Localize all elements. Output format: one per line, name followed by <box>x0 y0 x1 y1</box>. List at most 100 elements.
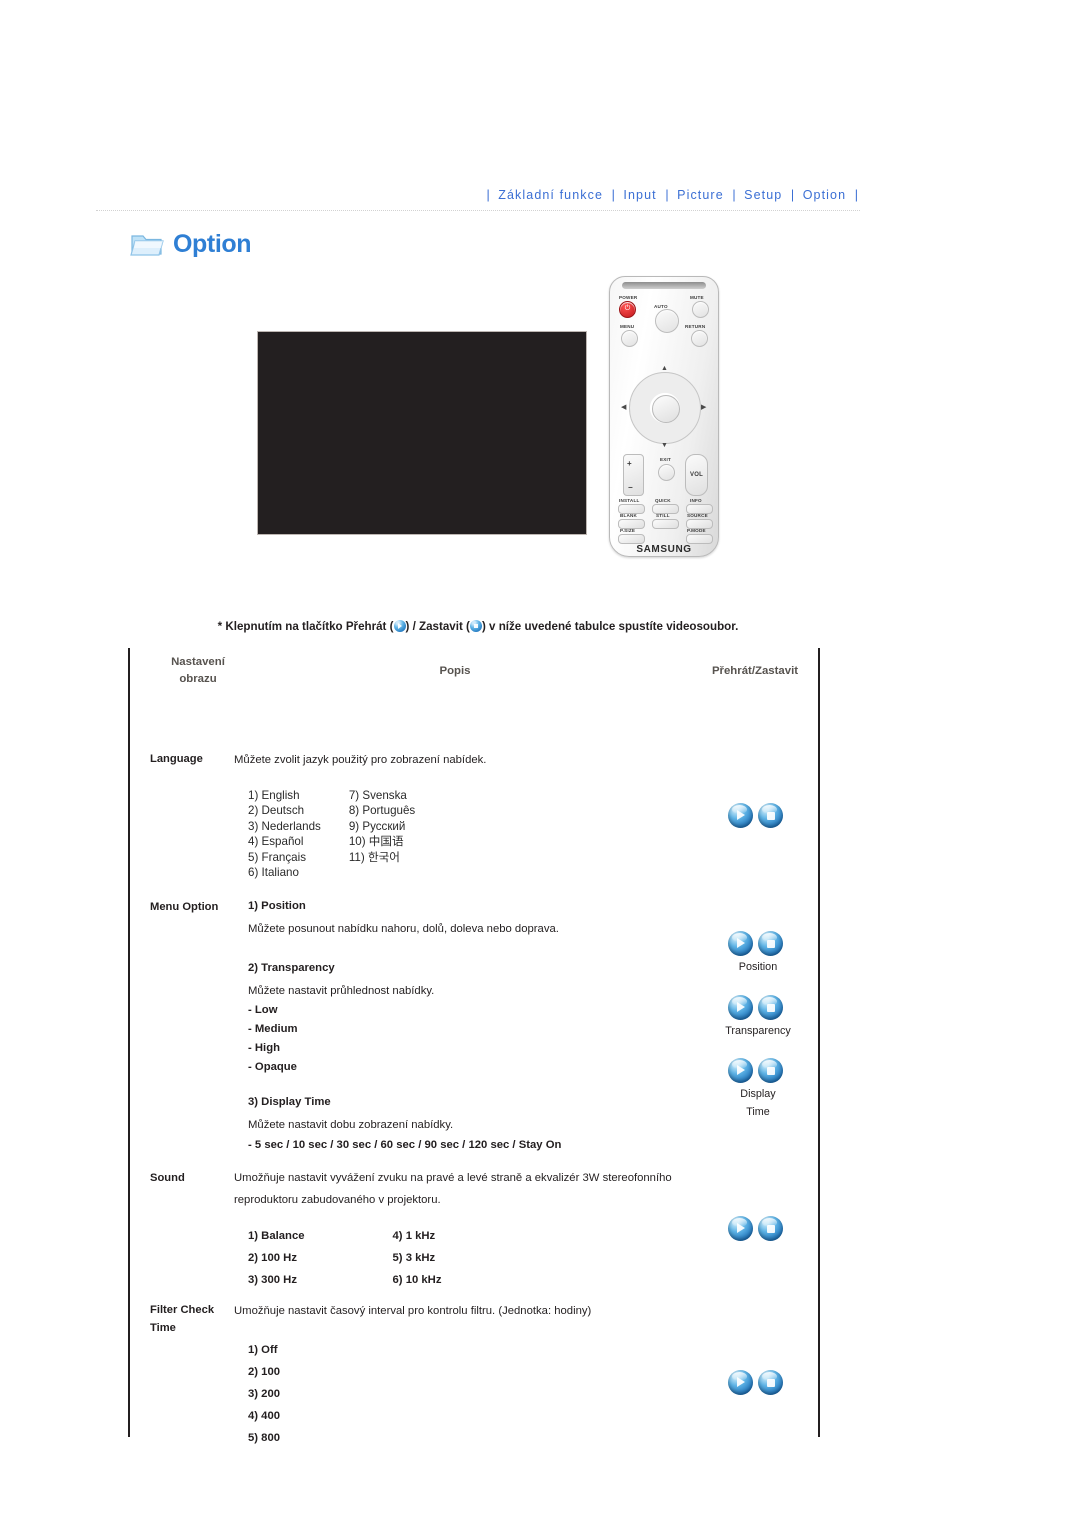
stop-button-transparency[interactable] <box>758 995 783 1020</box>
list-item: 5) Français <box>248 850 306 864</box>
list-item: 3) Nederlands <box>248 819 321 833</box>
osd-screenshot-image <box>257 331 587 535</box>
playstop-position <box>728 931 783 956</box>
play-icon-inline <box>393 620 406 632</box>
section-header: Option <box>130 229 252 258</box>
stop-button-filter-check-time[interactable] <box>758 1370 783 1395</box>
list-item: 4) 1 kHz <box>392 1230 436 1242</box>
remote-mute-button[interactable] <box>692 301 709 318</box>
nav-separator-5: | <box>854 188 858 202</box>
row-desc-sound-line1: Umožňuje nastavit vyvážení zvuku na prav… <box>234 1172 672 1184</box>
nav-item-input[interactable]: Input <box>623 188 656 202</box>
remote-control-image: POWER AUTO MUTE MENU RETURN ⏻ ▲ ▼ ◀ ▶ + … <box>609 276 719 557</box>
stop-button-sound[interactable] <box>758 1216 783 1241</box>
page-title: Option <box>173 229 252 258</box>
remote-minus-icon: − <box>628 483 633 492</box>
remote-arrow-right-icon[interactable]: ▶ <box>701 404 706 411</box>
remote-plus-icon: + <box>627 459 632 468</box>
remote-label-vol: VOL <box>690 472 703 478</box>
play-button-sound[interactable] <box>728 1216 753 1241</box>
menu-option-sub3-title: 3) Display Time <box>248 1096 331 1108</box>
remote-exit-button[interactable] <box>658 464 675 481</box>
remote-label-source: SOURCE <box>687 513 708 518</box>
note-prefix: * Klepnutím na tlačítko Přehrát ( <box>217 620 394 633</box>
play-button-language[interactable] <box>728 803 753 828</box>
nav-separator-1: | <box>611 188 615 202</box>
menu-option-sub1-desc: Můžete posunout nabídku nahoru, dolů, do… <box>248 923 559 935</box>
remote-label-exit: EXIT <box>660 457 672 462</box>
filter-check-time-options: 1) Off 2) 100 3) 200 4) 400 5) 800 <box>248 1339 280 1449</box>
remote-auto-button[interactable] <box>655 309 679 333</box>
table-header-settings: Nastavení obrazu <box>148 654 248 688</box>
remote-arrow-down-icon[interactable]: ▼ <box>661 442 668 449</box>
list-item: 3) 300 Hz <box>248 1274 297 1286</box>
remote-psize-button[interactable] <box>618 534 645 544</box>
language-list-col1: 1) English 2) Deutsch 3) Nederlands 4) E… <box>248 788 321 880</box>
nav-separator-4: | <box>790 188 795 202</box>
playstop-sound <box>728 1216 783 1241</box>
stop-button-display-time[interactable] <box>758 1058 783 1083</box>
list-item: - Medium <box>248 1023 298 1035</box>
playstop-display-time <box>728 1058 783 1083</box>
playstop-language <box>728 803 783 828</box>
list-item: 6) Italiano <box>248 866 299 880</box>
playstop-label-position: Position <box>738 961 778 973</box>
sound-options-col1: 1) Balance 2) 100 Hz 3) 300 Hz <box>248 1225 305 1291</box>
list-item: 5) 3 kHz <box>392 1252 436 1264</box>
nav-separator-3: | <box>732 188 736 202</box>
nav-separator-0: | <box>486 188 490 202</box>
stop-icon-inline <box>469 620 482 632</box>
list-item: 4) Español <box>248 835 304 849</box>
table-header-row: Nastavení obrazu Popis Přehrát/Zastavit <box>130 648 818 698</box>
stop-button-position[interactable] <box>758 931 783 956</box>
list-item: 2) 100 Hz <box>248 1252 297 1264</box>
remote-arrow-left-icon[interactable]: ◀ <box>621 404 626 411</box>
list-item: 4) 400 <box>248 1410 281 1422</box>
list-item: 1) Off <box>248 1344 278 1356</box>
remote-pmode-button[interactable] <box>686 534 713 544</box>
video-playback-note: * Klepnutím na tlačítko Přehrát ( ) / Zas… <box>128 620 828 633</box>
remote-label-power: POWER <box>619 295 638 300</box>
list-item: - Opaque <box>248 1061 297 1073</box>
list-item: - Low <box>248 1004 278 1016</box>
play-button-display-time[interactable] <box>728 1058 753 1083</box>
playstop-transparency <box>728 995 783 1020</box>
menu-option-sub1-title: 1) Position <box>248 900 306 912</box>
remote-label-blank: BLANK <box>620 513 638 518</box>
options-table: Nastavení obrazu Popis Přehrát/Zastavit … <box>128 648 820 1444</box>
header-divider <box>96 210 860 212</box>
note-middle: ) / Zastavit ( <box>405 620 470 633</box>
remote-arrow-up-icon[interactable]: ▲ <box>661 365 668 372</box>
remote-label-pmode: P.MODE <box>687 528 706 533</box>
play-button-transparency[interactable] <box>728 995 753 1020</box>
top-navigation: | Základní funkce | Input | Picture | Se… <box>0 188 1080 210</box>
sound-options: 1) Balance 2) 100 Hz 3) 300 Hz 4) 1 kHz … <box>248 1225 442 1291</box>
nav-item-option[interactable]: Option <box>803 188 846 202</box>
row-desc-language: Můžete zvolit jazyk použitý pro zobrazen… <box>234 754 487 766</box>
remote-label-mute: MUTE <box>690 295 704 300</box>
table-header-description: Popis <box>439 665 471 677</box>
nav-item-zakladni-funkce[interactable]: Základní funkce <box>498 188 603 202</box>
table-header-play-stop: Přehrát/Zastavit <box>711 665 799 677</box>
row-label-menu-option: Menu Option <box>150 901 219 913</box>
stop-button-language[interactable] <box>758 803 783 828</box>
nav-item-picture[interactable]: Picture <box>677 188 724 202</box>
remote-power-button[interactable]: ⏻ <box>619 301 636 318</box>
play-button-filter-check-time[interactable] <box>728 1370 753 1395</box>
row-desc-sound-line2: reproduktoru zabudovaného v projektoru. <box>234 1194 441 1206</box>
remote-return-button[interactable] <box>691 330 708 347</box>
list-item: 8) Português <box>348 804 416 818</box>
remote-brand-logo: SAMSUNG <box>636 544 692 555</box>
remote-label-psize: P.SIZE <box>620 528 636 533</box>
list-item: 9) Русский <box>348 819 406 833</box>
remote-label-info: INFO <box>690 498 702 503</box>
remote-dpad[interactable] <box>629 372 701 444</box>
play-button-position[interactable] <box>728 931 753 956</box>
list-item: 1) English <box>248 789 300 802</box>
remote-still-button[interactable] <box>652 519 679 529</box>
remote-label-still: STILL <box>656 513 670 518</box>
list-item: 3) 200 <box>248 1388 281 1400</box>
playstop-label-display-time-line1: Display <box>740 1088 776 1100</box>
remote-menu-button[interactable] <box>621 330 638 347</box>
nav-item-setup[interactable]: Setup <box>744 188 782 202</box>
